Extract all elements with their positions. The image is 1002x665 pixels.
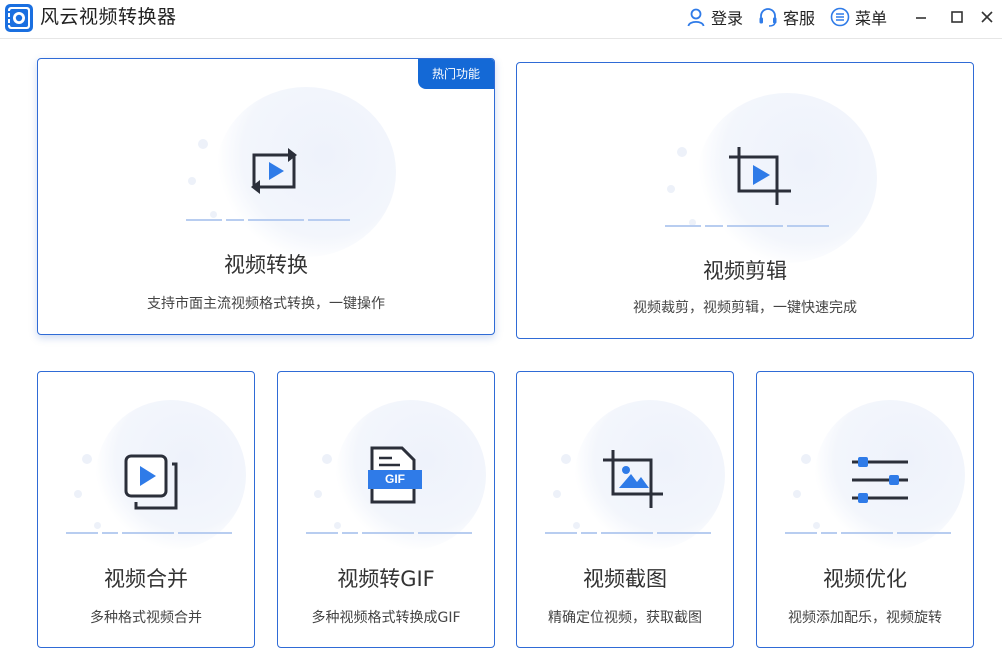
decor-dot	[74, 490, 82, 498]
card-title: 视频转换	[224, 253, 308, 277]
decor-underline	[186, 219, 350, 221]
decor-dot	[322, 454, 332, 464]
decor-dot	[801, 454, 811, 464]
decor-dot	[573, 522, 580, 529]
close-icon	[981, 11, 993, 23]
decor-dot	[198, 139, 208, 149]
crop-video-icon	[729, 147, 791, 205]
decor-underline	[66, 532, 232, 534]
card-description: 视频添加配乐，视频旋转	[788, 610, 942, 626]
decor-dot	[813, 522, 820, 529]
hot-badge: 热门功能	[418, 59, 494, 89]
card-title: 视频转GIF	[337, 567, 435, 591]
decor-dot	[667, 185, 675, 193]
decor-dot	[188, 177, 196, 185]
card-video-capture[interactable]: 视频截图 精确定位视频，获取截图	[516, 371, 734, 648]
service-label: 客服	[783, 9, 816, 28]
card-video-gif[interactable]: GIF 视频转GIF 多种视频格式转换成GIF	[277, 371, 495, 648]
login-label: 登录	[711, 9, 744, 28]
minimize-button[interactable]	[910, 6, 932, 28]
card-description: 多种视频格式转换成GIF	[311, 610, 461, 626]
headset-icon	[759, 8, 777, 27]
card-description: 精确定位视频，获取截图	[548, 610, 702, 626]
decor-dot	[561, 454, 571, 464]
screenshot-icon	[603, 450, 663, 508]
app-logo-icon	[5, 4, 33, 32]
card-video-convert[interactable]: 热门功能 视频转换 支持市面主流视频格式转换，一键操作	[37, 58, 495, 335]
merge-icon	[124, 454, 178, 510]
card-description: 多种格式视频合并	[90, 610, 202, 626]
login-button[interactable]: 登录	[686, 6, 743, 28]
decor-dot	[793, 490, 801, 498]
decor-dot	[210, 211, 217, 218]
user-icon	[687, 8, 705, 27]
menu-icon	[830, 7, 850, 27]
card-description: 支持市面主流视频格式转换，一键操作	[147, 296, 385, 312]
decor-dot	[94, 522, 101, 529]
card-title: 视频合并	[104, 567, 188, 591]
card-title: 视频截图	[583, 567, 667, 591]
maximize-icon	[951, 11, 963, 23]
card-description: 视频裁剪，视频剪辑，一键快速完成	[633, 300, 857, 316]
decor-dot	[82, 454, 92, 464]
menu-label: 菜单	[855, 9, 888, 28]
decor-underline	[545, 532, 711, 534]
decor-dot	[314, 490, 322, 498]
card-video-optimize[interactable]: 视频优化 视频添加配乐，视频旋转	[756, 371, 974, 648]
decor-underline	[665, 225, 829, 227]
close-button[interactable]	[976, 6, 998, 28]
card-video-merge[interactable]: 视频合并 多种格式视频合并	[37, 371, 255, 648]
service-button[interactable]: 客服	[758, 6, 815, 28]
app-title: 风云视频转换器	[40, 6, 177, 28]
menu-button[interactable]: 菜单	[830, 6, 887, 28]
gif-icon-label: GIF	[385, 472, 405, 486]
maximize-button[interactable]	[946, 6, 968, 28]
sliders-icon	[852, 457, 908, 503]
decor-dot	[334, 522, 341, 529]
decor-underline	[306, 532, 472, 534]
background-blob	[216, 87, 396, 257]
card-title: 视频优化	[823, 567, 907, 591]
card-video-edit[interactable]: 视频剪辑 视频裁剪，视频剪辑，一键快速完成	[516, 62, 974, 339]
decor-dot	[677, 147, 687, 157]
convert-icon	[251, 148, 297, 194]
minimize-icon	[916, 17, 926, 19]
decor-dot	[553, 490, 561, 498]
card-title: 视频剪辑	[703, 259, 787, 283]
title-bar: 风云视频转换器 登录 客服 菜单	[0, 0, 1002, 39]
decor-underline	[785, 532, 951, 534]
